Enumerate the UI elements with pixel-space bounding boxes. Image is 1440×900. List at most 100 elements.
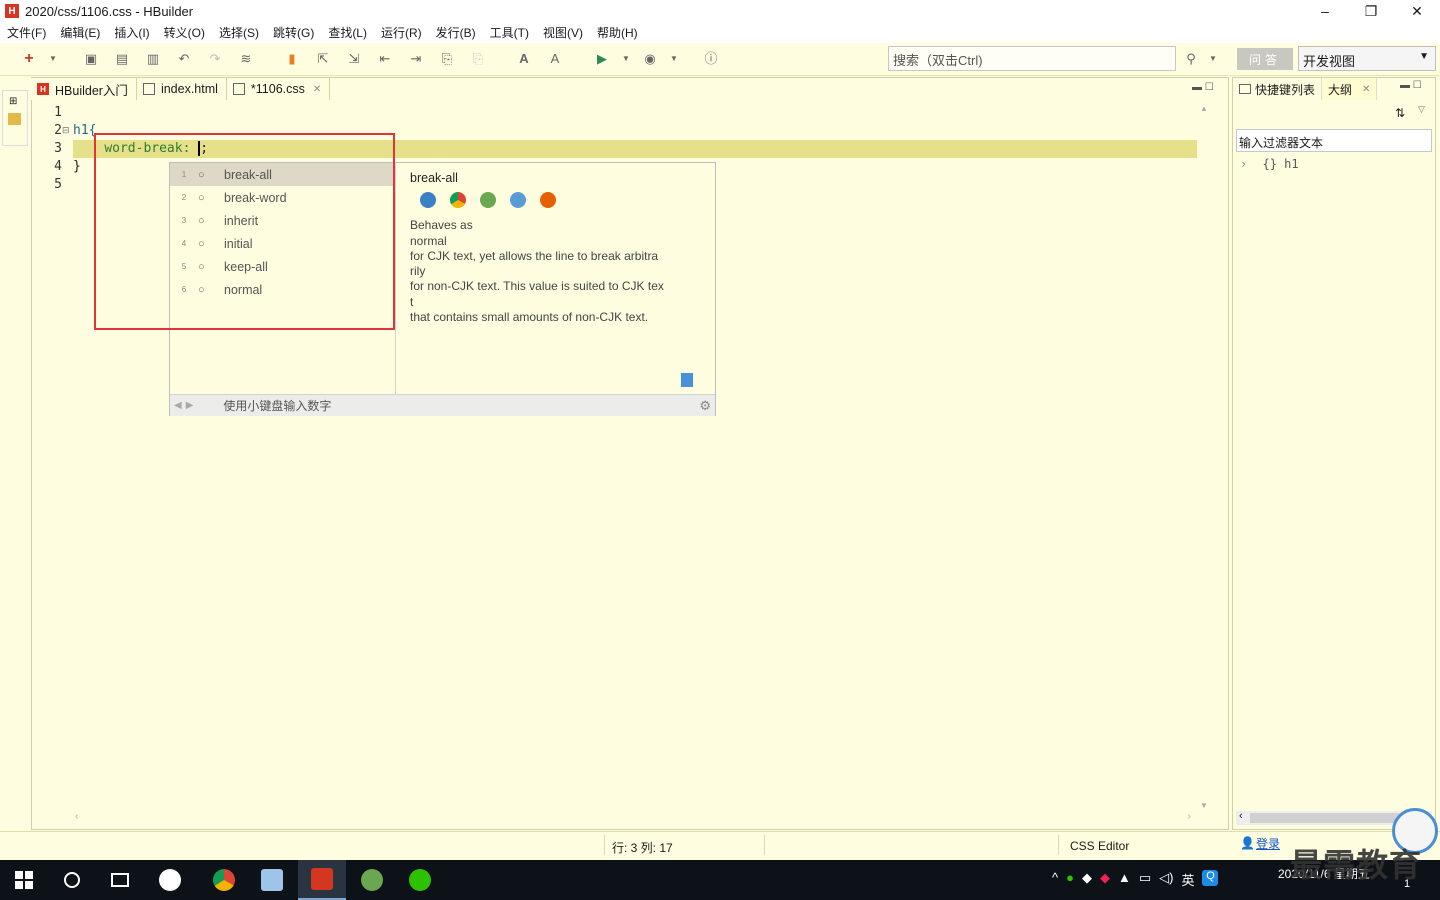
save-icon[interactable]: ▣ [84, 52, 98, 66]
qq-alert-tray-icon[interactable]: ◆ [1100, 870, 1110, 889]
next-icon[interactable]: ▶ [186, 400, 194, 411]
menu-escape[interactable]: 转义(O) [164, 24, 205, 41]
project-sidebar-collapsed[interactable]: ⊞ [2, 90, 28, 146]
new-dropdown-icon[interactable]: ▼ [46, 52, 60, 66]
uncomment-icon[interactable]: ⎘ [471, 52, 485, 66]
menu-run[interactable]: 运行(R) [381, 24, 422, 41]
input-language[interactable]: 英 [1181, 870, 1194, 889]
watermark-text: 最需教育 [1290, 847, 1423, 883]
login-link[interactable]: 登录 [1256, 835, 1280, 852]
close-tab-icon[interactable]: ✕ [1362, 84, 1370, 95]
tab-shortcuts[interactable]: 快捷键列表 [1233, 78, 1321, 100]
run-dropdown-icon[interactable]: ▼ [619, 52, 633, 66]
panel-minmax-controls[interactable]: ▬ ☐ [1400, 80, 1422, 91]
taskbar-app-hbuilder[interactable] [298, 860, 346, 900]
scroll-up-icon[interactable]: ▲ [1197, 104, 1211, 113]
doc-line: for non-CJK text. This value is suited t… [410, 279, 664, 294]
tab-hbuilder-intro[interactable]: H HBuilder入门 [31, 78, 137, 100]
menu-help[interactable]: 帮助(H) [597, 24, 638, 41]
qq-browser-tray-icon[interactable]: Q [1202, 870, 1219, 886]
menu-tools[interactable]: 工具(T) [490, 24, 529, 41]
scroll-left-icon[interactable]: ‹ [1239, 810, 1243, 822]
outline-tree: › {} h1 [1240, 157, 1299, 171]
scroll-right-icon[interactable]: › [1188, 811, 1191, 822]
view-mode-select[interactable]: 开发视图 ▼ [1298, 46, 1436, 71]
qa-button[interactable]: 问答 [1237, 48, 1293, 70]
menu-file[interactable]: 文件(F) [7, 24, 46, 41]
outline-item-h1[interactable]: {} h1 [1262, 157, 1298, 171]
tab-1106-css[interactable]: *1106.css ✕ [226, 78, 331, 100]
search-icon[interactable]: ⚲ [1184, 52, 1198, 66]
menu-view[interactable]: 视图(V) [543, 24, 583, 41]
doc-line: t [410, 294, 414, 309]
scroll-down-icon[interactable]: ▼ [1197, 801, 1211, 810]
menu-insert[interactable]: 插入(I) [114, 24, 149, 41]
menu-publish[interactable]: 发行(B) [436, 24, 476, 41]
save-all-icon[interactable]: ▤ [115, 52, 129, 66]
indent-right-icon[interactable]: ⇥ [409, 52, 423, 66]
notification-bell-icon[interactable]: ▲ [1118, 870, 1131, 889]
menu-edit[interactable]: 编辑(E) [60, 24, 100, 41]
fold-icon[interactable]: ⊟ [62, 125, 70, 136]
menu-goto[interactable]: 跳转(G) [273, 24, 314, 41]
minimize-button[interactable]: – [1302, 0, 1348, 22]
sort-icon[interactable]: ⇅ [1395, 106, 1405, 120]
tab-index-html[interactable]: index.html [136, 78, 227, 100]
annotation-highlight-box [94, 133, 395, 330]
search-dropdown-icon[interactable]: ▼ [1206, 52, 1220, 66]
taskbar-app-fan[interactable] [146, 860, 194, 900]
panel-menu-icon[interactable]: ▽ [1418, 104, 1425, 115]
scroll-left-icon[interactable]: ‹ [75, 811, 78, 822]
editor-vertical-scrollbar[interactable]: ▲ ▼ [1197, 104, 1211, 810]
wechat-tray-icon[interactable]: ● [1066, 870, 1074, 889]
tab-outline[interactable]: 大纲 ✕ [1321, 78, 1378, 100]
expand-chevron-icon[interactable]: › [1240, 157, 1247, 171]
network-icon[interactable]: ▭ [1139, 870, 1151, 889]
start-button[interactable] [0, 860, 48, 900]
indent-left-icon[interactable]: ⇤ [378, 52, 392, 66]
taskbar-app-chrome[interactable] [200, 860, 248, 900]
search-button[interactable] [48, 860, 96, 900]
doc-help-icon[interactable] [681, 373, 693, 387]
status-separator [604, 835, 605, 855]
info-icon[interactable]: ⓘ [704, 52, 718, 66]
close-tab-icon[interactable]: ✕ [313, 84, 321, 95]
task-view-button[interactable] [96, 860, 144, 900]
taskbar-app-wechat[interactable] [396, 860, 444, 900]
font-larger-icon[interactable]: A [517, 52, 531, 66]
taskbar-app-editor[interactable] [248, 860, 296, 900]
outline-filter-input[interactable]: 输入过滤器文本 [1236, 129, 1432, 152]
taskbar-app-melon[interactable] [348, 860, 396, 900]
font-smaller-icon[interactable]: A [548, 52, 562, 66]
scroll-thumb[interactable] [1250, 813, 1410, 823]
bookmark-icon[interactable]: ▮ [285, 52, 299, 66]
run-browser-icon[interactable]: ▶ [595, 52, 609, 66]
prev-icon[interactable]: ◀ [174, 400, 182, 411]
volume-icon[interactable]: ◁) [1159, 870, 1173, 889]
close-button[interactable]: ✕ [1394, 0, 1440, 22]
undo-icon[interactable]: ↶ [177, 52, 191, 66]
comment-icon[interactable]: ⎘ [440, 52, 454, 66]
settings-gear-icon[interactable]: ⚙ [699, 398, 711, 414]
menu-select[interactable]: 选择(S) [219, 24, 259, 41]
folder-icon[interactable] [8, 113, 21, 125]
qq-tray-icon[interactable]: ◆ [1082, 870, 1092, 889]
editor-horizontal-scrollbar[interactable]: ‹ › [71, 811, 1201, 825]
autocomplete-doc: break-all Behaves as normal for CJK text… [410, 171, 700, 325]
search-input[interactable]: 搜索（双击Ctrl) [888, 46, 1176, 71]
next-bookmark-icon[interactable]: ⇲ [347, 52, 361, 66]
menu-find[interactable]: 查找(L) [328, 24, 367, 41]
format-icon[interactable]: ≋ [239, 52, 253, 66]
prev-bookmark-icon[interactable]: ⇱ [316, 52, 330, 66]
redo-icon[interactable]: ↷ [208, 52, 222, 66]
restore-icon[interactable]: ⊞ [9, 96, 27, 107]
tab-label: 大纲 [1328, 82, 1353, 97]
editor-minmax-controls[interactable]: ▬ ☐ [1192, 82, 1214, 93]
right-panel-tabs: 快捷键列表 大纲 ✕ [1233, 78, 1378, 100]
preview-dropdown-icon[interactable]: ▼ [667, 52, 681, 66]
tray-expand-icon[interactable]: ^ [1052, 870, 1058, 889]
maximize-button[interactable]: ❐ [1348, 0, 1394, 22]
new-file-icon[interactable]: + [22, 51, 36, 67]
preview-icon[interactable]: ◉ [643, 52, 657, 66]
save-as-icon[interactable]: ▥ [146, 52, 160, 66]
